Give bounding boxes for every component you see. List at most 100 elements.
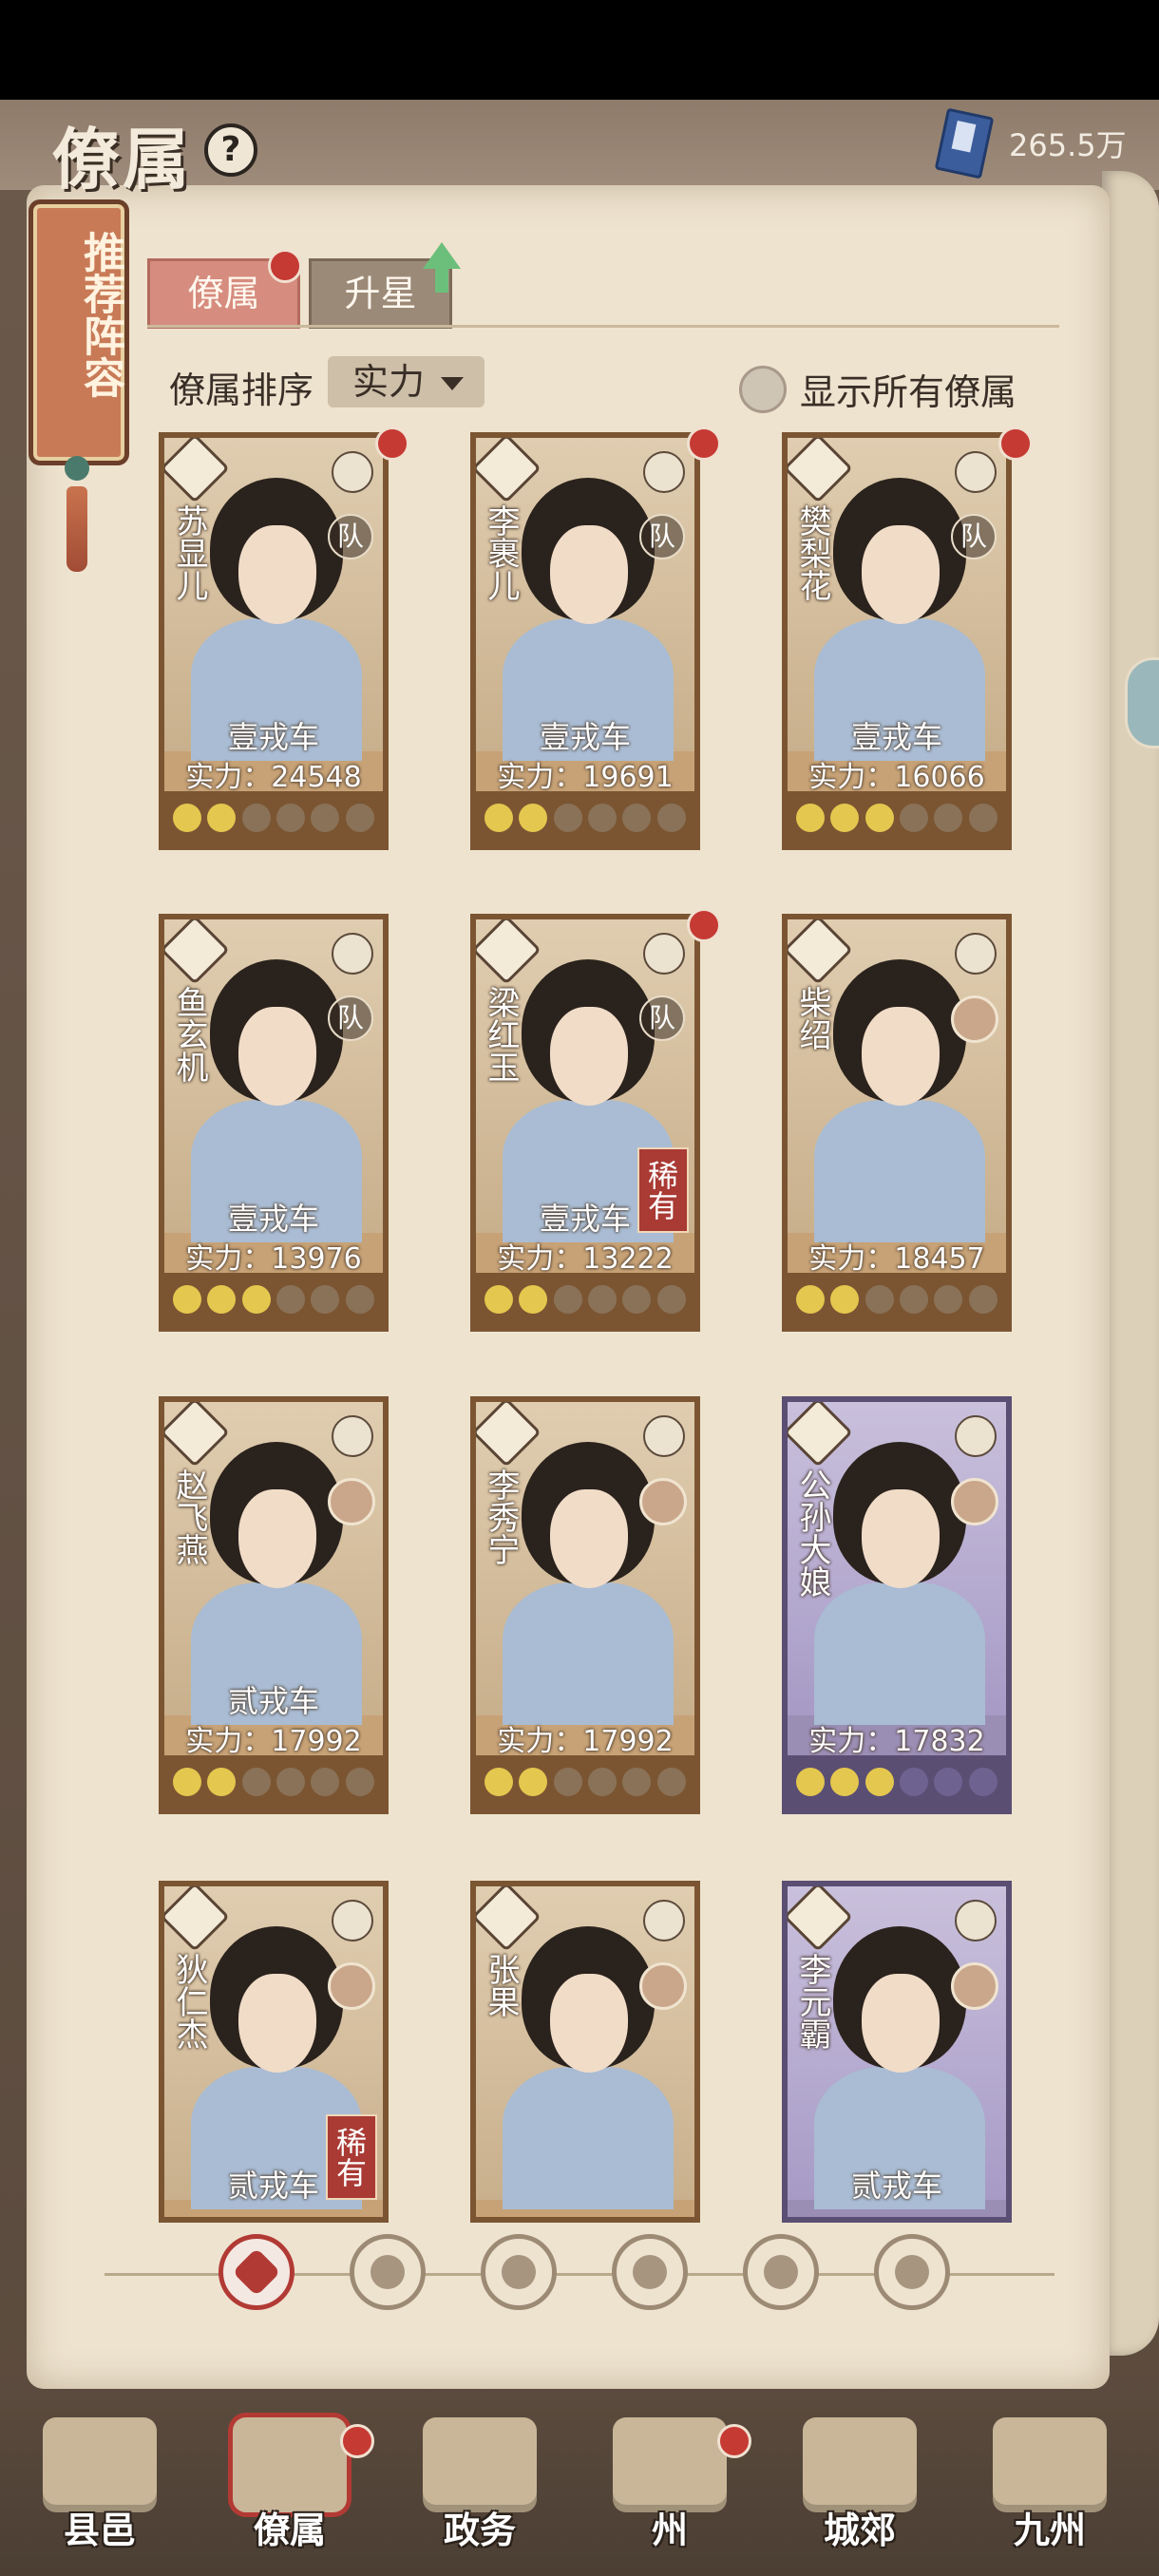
moon-star-icon — [173, 804, 202, 832]
moon-star-icon — [241, 1285, 271, 1314]
team-badge: 队 — [328, 514, 373, 559]
portrait-face — [550, 1974, 628, 2073]
power-value: 实力：13976 — [185, 1242, 362, 1276]
retainer-card[interactable]: 梁红玉队稀有 壹戎车 实力：13222 — [470, 914, 700, 1332]
moon-star-icon — [173, 1768, 202, 1796]
filter-all-button[interactable] — [218, 2234, 294, 2310]
star-rating — [476, 1273, 694, 1326]
power-value: 实力：17832 — [808, 1725, 985, 1758]
suburbs-icon — [803, 2417, 917, 2512]
moon-star-icon — [207, 804, 237, 832]
moon-star-icon — [830, 804, 860, 832]
filter-class-4-button[interactable] — [612, 2234, 688, 2310]
star-rating — [164, 1273, 383, 1326]
moon-star-icon — [207, 1285, 237, 1314]
retainer-card[interactable]: 苏显儿 队壹戎车 实力：24548 — [159, 432, 389, 850]
class-icon-3 — [502, 2255, 536, 2289]
class-icon-4 — [633, 2255, 667, 2289]
retainer-name: 鱼玄机 — [170, 986, 208, 1083]
filter-class-3-button[interactable] — [481, 2234, 557, 2310]
skill-icon — [643, 933, 685, 975]
partner-avatar — [639, 1478, 687, 1525]
power-value: 实力：18457 — [808, 1242, 985, 1276]
skill-icon — [643, 1900, 685, 1941]
retainer-name: 梁红玉 — [482, 986, 520, 1083]
retainer-card[interactable]: 柴绍实力：18457 — [782, 914, 1012, 1332]
star-rating — [164, 1755, 383, 1809]
empty-star-icon — [934, 1768, 963, 1796]
filter-class-2-button[interactable] — [350, 2234, 426, 2310]
empty-star-icon — [345, 1768, 374, 1796]
tab-star-up[interactable]: 升星 — [309, 258, 452, 329]
empty-star-icon — [900, 1768, 929, 1796]
retainer-name: 柴绍 — [793, 986, 831, 1051]
empty-star-icon — [241, 1768, 271, 1796]
retainer-card[interactable]: 李裹儿 队壹戎车 实力：19691 — [470, 432, 700, 850]
partner-avatar — [328, 1962, 375, 2010]
retainer-name: 李裹儿 — [482, 504, 520, 601]
class-icon-6 — [895, 2255, 929, 2289]
chariot-label: 贰戎车 — [227, 1683, 319, 1719]
portrait-face — [862, 1974, 940, 2073]
retainer-card[interactable]: 李秀宁 实力：17992 — [470, 1396, 700, 1814]
filter-class-5-button[interactable] — [743, 2234, 819, 2310]
tab-retainers-red-dot — [268, 249, 302, 283]
upgrade-arrow-stem — [435, 268, 448, 293]
nav-suburbs[interactable]: 城郊 — [784, 2417, 936, 2569]
nav-state-red-dot — [717, 2424, 751, 2458]
moon-star-icon — [864, 804, 894, 832]
partner-avatar — [951, 1962, 998, 2010]
map-scroll-icon — [993, 2417, 1107, 2512]
recommend-lineup-banner[interactable]: 推荐阵容 — [28, 199, 129, 465]
moon-star-icon — [207, 1768, 237, 1796]
retainer-card[interactable]: 李元霸 贰戎车 — [782, 1881, 1012, 2223]
empty-star-icon — [276, 804, 306, 832]
nav-county[interactable]: 县邑 — [24, 2417, 176, 2569]
retainer-card[interactable]: 公孙大娘 实力：17832 — [782, 1396, 1012, 1814]
chariot-label: 贰戎车 — [227, 2168, 319, 2204]
retainer-card[interactable]: 狄仁杰 稀有 贰戎车 — [159, 1881, 389, 2223]
portrait-face — [238, 1489, 316, 1588]
retainer-card[interactable]: 张果 — [470, 1881, 700, 2223]
portrait-face — [238, 1974, 316, 2073]
side-drawer-handle[interactable] — [1125, 657, 1159, 748]
filter-class-6-button[interactable] — [874, 2234, 950, 2310]
team-badge: 队 — [951, 514, 997, 559]
card-red-dot — [687, 426, 721, 461]
sort-label: 僚属排序 — [169, 369, 314, 411]
empty-star-icon — [311, 1768, 340, 1796]
partner-avatar — [951, 995, 998, 1043]
sort-selected-value: 实力 — [352, 361, 426, 403]
nav-nine-states-label: 九州 — [1013, 2509, 1086, 2551]
chariot-label: 壹戎车 — [539, 1201, 631, 1237]
moon-star-icon — [864, 1768, 894, 1796]
show-all-toggle[interactable] — [739, 366, 787, 413]
retainer-card[interactable]: 樊梨花 队壹戎车 实力：16066 — [782, 432, 1012, 850]
retainer-card[interactable]: 赵飞燕 贰戎车 实力：17992 — [159, 1396, 389, 1814]
empty-star-icon — [588, 1768, 618, 1796]
skill-icon — [643, 1415, 685, 1457]
affairs-scroll-icon — [423, 2417, 537, 2512]
portrait-face — [862, 1007, 940, 1106]
skill-icon — [332, 1415, 373, 1457]
all-icon — [232, 2247, 281, 2297]
retainers-icon — [233, 2417, 347, 2512]
empty-star-icon — [345, 804, 374, 832]
retainer-name: 苏显儿 — [170, 504, 208, 601]
empty-star-icon — [968, 804, 998, 832]
retainer-name: 李秀宁 — [482, 1468, 520, 1565]
nav-affairs[interactable]: 政务 — [404, 2417, 556, 2569]
moon-star-icon — [830, 1285, 860, 1314]
partner-avatar — [639, 1962, 687, 2010]
retainer-name: 张果 — [482, 1953, 520, 2017]
portrait-face — [862, 525, 940, 624]
nav-suburbs-label: 城郊 — [823, 2509, 896, 2551]
nav-nine-states[interactable]: 九州 — [974, 2417, 1126, 2569]
partner-avatar — [951, 1478, 998, 1525]
team-badge: 队 — [639, 514, 685, 559]
empty-star-icon — [276, 1768, 306, 1796]
help-button[interactable]: ? — [204, 123, 257, 177]
sort-dropdown[interactable]: 实力 — [328, 356, 484, 407]
retainer-card[interactable]: 鱼玄机 队壹戎车 实力：13976 — [159, 914, 389, 1332]
empty-star-icon — [900, 804, 929, 832]
